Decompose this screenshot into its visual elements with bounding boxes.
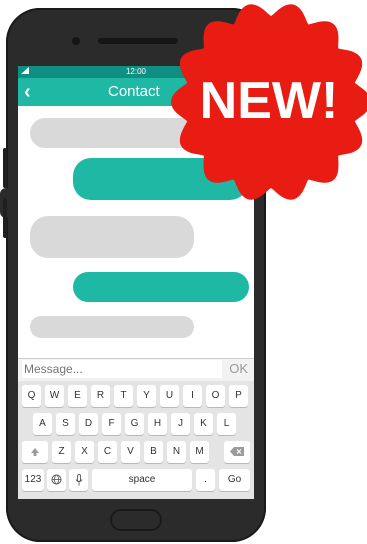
- incoming-message-bubble: [30, 316, 194, 338]
- key-g[interactable]: G: [125, 413, 144, 435]
- badge-text: NEW!: [200, 72, 339, 130]
- key-u[interactable]: U: [160, 385, 179, 407]
- key-y[interactable]: Y: [137, 385, 156, 407]
- go-key[interactable]: Go: [219, 469, 250, 491]
- status-time: 12:00: [125, 67, 147, 76]
- new-badge: NEW!: [171, 4, 367, 200]
- shift-key[interactable]: [22, 441, 48, 463]
- key-n[interactable]: N: [167, 441, 186, 463]
- outgoing-message-bubble: [73, 272, 249, 302]
- key-c[interactable]: C: [98, 441, 117, 463]
- ok-button[interactable]: OK: [229, 361, 248, 376]
- key-k[interactable]: K: [194, 413, 213, 435]
- key-s[interactable]: S: [56, 413, 75, 435]
- key-o[interactable]: O: [206, 385, 225, 407]
- backspace-key[interactable]: [224, 441, 250, 463]
- key-e[interactable]: E: [68, 385, 87, 407]
- microphone-key[interactable]: [69, 469, 88, 491]
- message-input-row: OK: [18, 358, 254, 381]
- period-key[interactable]: .: [196, 469, 215, 491]
- numbers-key[interactable]: 123: [22, 469, 44, 491]
- key-t[interactable]: T: [114, 385, 133, 407]
- key-p[interactable]: P: [229, 385, 248, 407]
- backspace-icon: [230, 447, 244, 456]
- key-v[interactable]: V: [121, 441, 140, 463]
- earpiece-speaker: [98, 38, 178, 44]
- key-q[interactable]: Q: [22, 385, 41, 407]
- key-d[interactable]: D: [79, 413, 98, 435]
- key-a[interactable]: A: [33, 413, 52, 435]
- shift-icon: [31, 448, 39, 456]
- message-input[interactable]: [22, 360, 222, 378]
- volume-up-button: [3, 148, 7, 188]
- space-key[interactable]: space: [92, 469, 192, 491]
- microphone-icon: [75, 474, 82, 486]
- key-z[interactable]: Z: [52, 441, 71, 463]
- key-h[interactable]: H: [148, 413, 167, 435]
- globe-icon: [51, 474, 62, 485]
- volume-down-button: [3, 198, 7, 238]
- front-camera: [72, 37, 80, 45]
- contact-title: Contact: [108, 83, 160, 100]
- key-l[interactable]: L: [217, 413, 236, 435]
- back-arrow-icon[interactable]: ‹: [24, 80, 31, 104]
- key-m[interactable]: M: [190, 441, 209, 463]
- key-b[interactable]: B: [144, 441, 163, 463]
- key-x[interactable]: X: [75, 441, 94, 463]
- key-j[interactable]: J: [171, 413, 190, 435]
- incoming-message-bubble: [30, 216, 194, 258]
- key-r[interactable]: R: [91, 385, 110, 407]
- home-button[interactable]: [110, 509, 162, 531]
- key-w[interactable]: W: [45, 385, 64, 407]
- key-f[interactable]: F: [102, 413, 121, 435]
- on-screen-keyboard: Q W E R T Y U I O P A S D F G H J K L Z …: [18, 381, 254, 499]
- key-i[interactable]: I: [183, 385, 202, 407]
- globe-key[interactable]: [47, 469, 66, 491]
